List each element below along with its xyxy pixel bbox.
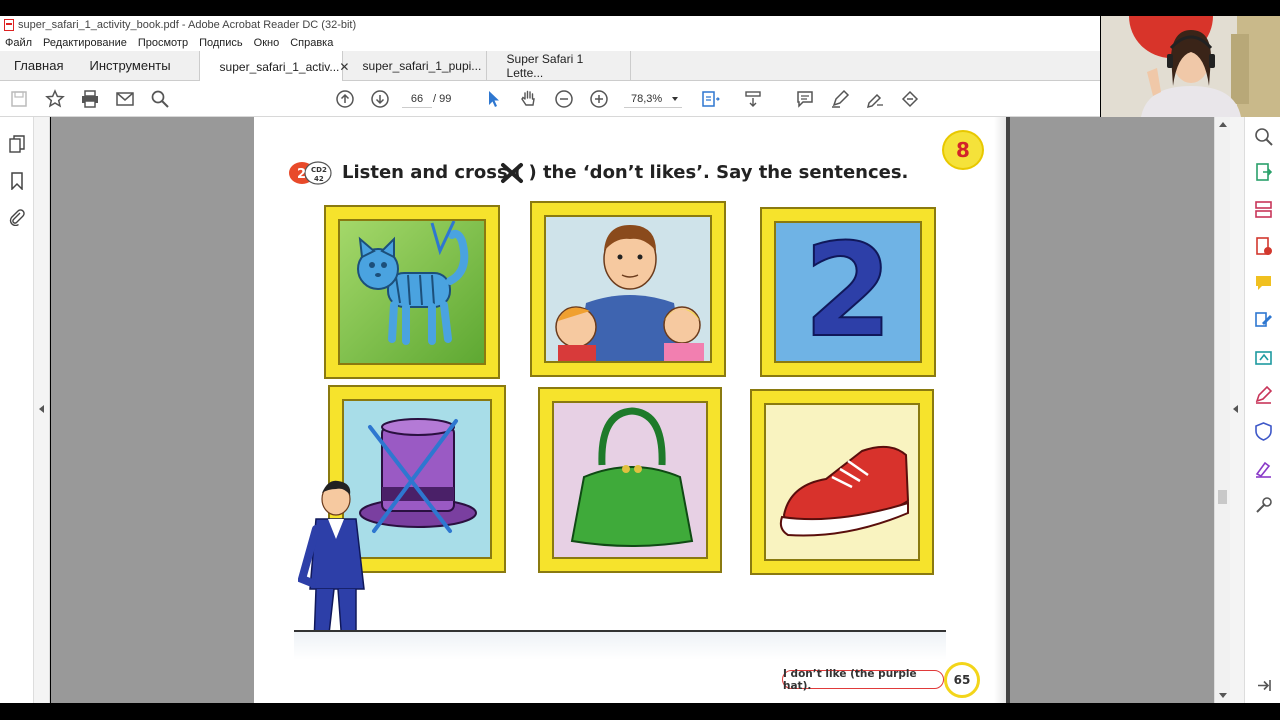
zoom-out-icon[interactable] bbox=[554, 89, 574, 109]
tab-label: Super Safari 1 Lette... bbox=[506, 51, 584, 80]
page-total: / 99 bbox=[433, 93, 452, 105]
export-pdf-icon[interactable] bbox=[1254, 163, 1273, 182]
webcam-overlay bbox=[1101, 16, 1280, 117]
select-cursor-icon[interactable] bbox=[484, 89, 504, 109]
page-number-input[interactable]: 66 bbox=[402, 90, 432, 108]
tab-label: super_safari_1_activ... bbox=[219, 59, 340, 74]
attachment-icon[interactable] bbox=[8, 208, 26, 227]
scrollbar-thumb[interactable] bbox=[1218, 490, 1227, 504]
fit-page-icon[interactable] bbox=[700, 89, 720, 109]
exercise-instruction: Listen and cross ( ) the ‘don’t likes’. … bbox=[342, 162, 909, 183]
cross-mark-icon bbox=[501, 163, 523, 183]
organize-pages-icon[interactable] bbox=[1254, 200, 1273, 219]
sign-pen-icon[interactable] bbox=[865, 89, 885, 109]
protect-icon[interactable] bbox=[1254, 422, 1273, 441]
number-two-illustration: 2 bbox=[802, 221, 893, 363]
page-number-badge: 65 bbox=[944, 662, 980, 698]
tab-document-letters[interactable]: Super Safari 1 Lette... bbox=[487, 51, 631, 80]
right-tools-panel bbox=[1244, 117, 1280, 703]
comment-panel-icon[interactable] bbox=[1254, 274, 1273, 293]
tab-document-pupils-book[interactable]: super_safari_1_pupi... bbox=[343, 51, 487, 80]
collapse-right-panel-button[interactable] bbox=[1230, 117, 1244, 703]
highlight-pen-icon[interactable] bbox=[830, 89, 850, 109]
tab-document-activity-book[interactable]: super_safari_1_activ... ✕ bbox=[198, 51, 349, 82]
menu-help[interactable]: Справка bbox=[290, 37, 333, 49]
collapse-left-panel-button[interactable] bbox=[34, 117, 50, 703]
menu-file[interactable]: Файл bbox=[5, 37, 32, 49]
scroll-mode-icon[interactable] bbox=[743, 89, 763, 109]
pdf-page: 2 CD2 42 Listen and cross ( ) the ‘don’t… bbox=[254, 117, 1010, 703]
star-icon[interactable] bbox=[45, 89, 65, 109]
cd-track-badge: 2 CD2 42 bbox=[289, 161, 332, 185]
window-titlebar: super_safari_1_activity_book.pdf - Adobe… bbox=[0, 16, 1100, 34]
picture-frame-red-shoe[interactable] bbox=[750, 389, 934, 575]
webcam-person-image bbox=[1101, 16, 1280, 117]
writing-line bbox=[294, 630, 946, 632]
zoom-tools-icon[interactable] bbox=[1254, 127, 1273, 146]
more-tools-icon[interactable] bbox=[1254, 496, 1273, 515]
expand-panel-icon[interactable] bbox=[1254, 676, 1273, 695]
create-pdf-icon[interactable] bbox=[1254, 237, 1273, 256]
menu-edit[interactable]: Редактирование bbox=[43, 37, 127, 49]
picture-frame-family[interactable] bbox=[530, 201, 726, 377]
hand-tool-icon[interactable] bbox=[519, 89, 539, 109]
red-shoe-illustration bbox=[779, 445, 910, 537]
sign-icon[interactable] bbox=[1254, 459, 1273, 478]
picture-frame-green-bag[interactable] bbox=[538, 387, 722, 573]
family-illustration bbox=[555, 225, 704, 361]
document-viewport[interactable]: 2 CD2 42 Listen and cross ( ) the ‘don’t… bbox=[51, 117, 1214, 703]
left-navigation-panel bbox=[0, 117, 34, 703]
redact-icon[interactable] bbox=[900, 89, 920, 109]
page-fold-shadow bbox=[994, 117, 1006, 703]
save-icon[interactable] bbox=[9, 89, 29, 109]
bookmark-icon[interactable] bbox=[8, 172, 26, 191]
zoom-level-select[interactable]: 78,3% bbox=[624, 90, 682, 108]
tab-label: super_safari_1_pupi... bbox=[362, 58, 482, 73]
cd-label-top: CD2 bbox=[311, 166, 327, 174]
menu-window[interactable]: Окно bbox=[254, 37, 280, 49]
fill-sign-icon[interactable] bbox=[1254, 385, 1273, 404]
page-thumbnails-icon[interactable] bbox=[8, 135, 26, 153]
picture-frame-number-two[interactable]: 2 bbox=[760, 207, 936, 377]
scroll-down-arrow-icon[interactable] bbox=[1219, 693, 1227, 698]
menu-view[interactable]: Просмотр bbox=[138, 37, 188, 49]
green-bag-illustration bbox=[570, 407, 694, 547]
cd-label-bottom: 42 bbox=[314, 175, 324, 183]
previous-page-icon[interactable] bbox=[335, 89, 355, 109]
tab-home[interactable]: Главная bbox=[0, 51, 77, 80]
tab-tools[interactable]: Инструменты bbox=[77, 51, 184, 80]
example-sentence: I don’t like (the purple hat). bbox=[782, 668, 944, 692]
edit-pdf-icon[interactable] bbox=[1254, 311, 1273, 330]
cd-track-number: 2 bbox=[297, 167, 306, 182]
vertical-scrollbar[interactable] bbox=[1214, 117, 1230, 703]
tab-bar: Главная Инструменты super_safari_1_activ… bbox=[0, 51, 1100, 82]
scroll-up-arrow-icon[interactable] bbox=[1219, 122, 1227, 127]
main-toolbar: 66 / 99 78,3% bbox=[0, 81, 1100, 117]
pdf-file-icon bbox=[4, 19, 14, 31]
email-icon[interactable] bbox=[115, 89, 135, 109]
search-icon[interactable] bbox=[150, 89, 170, 109]
window-title: super_safari_1_activity_book.pdf - Adobe… bbox=[18, 19, 357, 31]
share-icon[interactable] bbox=[1254, 348, 1273, 367]
comment-icon[interactable] bbox=[795, 89, 815, 109]
picture-frame-cat[interactable] bbox=[324, 205, 500, 379]
cat-illustration bbox=[357, 221, 469, 345]
menu-sign[interactable]: Подпись bbox=[199, 37, 243, 49]
page-shade-band bbox=[294, 632, 946, 660]
next-page-icon[interactable] bbox=[370, 89, 390, 109]
print-icon[interactable] bbox=[80, 89, 100, 109]
unit-number-badge: 8 bbox=[942, 130, 984, 170]
menu-bar: Файл Редактирование Просмотр Подпись Окн… bbox=[0, 34, 1100, 51]
zoom-in-icon[interactable] bbox=[589, 89, 609, 109]
